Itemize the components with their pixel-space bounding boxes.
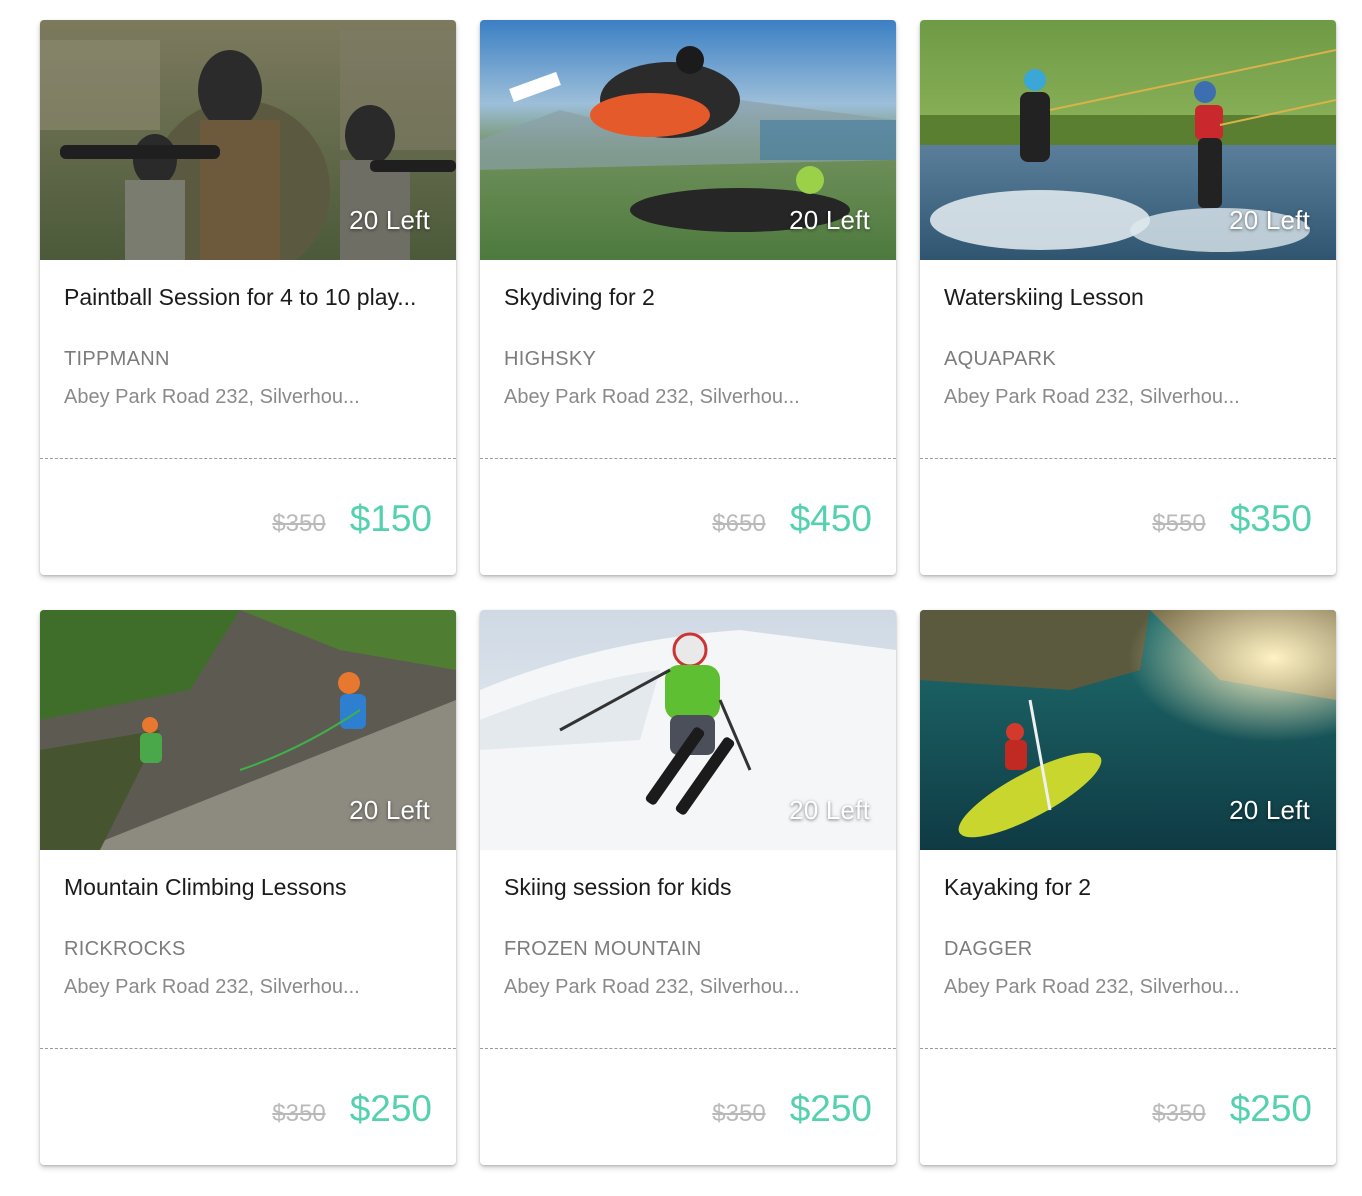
deal-price: $350 [1229,498,1312,539]
original-price: $350 [712,1100,766,1127]
dashed-divider [920,458,1336,459]
deal-price: $150 [349,498,432,539]
deal-price: $250 [1229,1088,1312,1129]
deal-body: Kayaking for 2 DAGGER Abey Park Road 232… [920,850,1336,1048]
vendor-address: Abey Park Road 232, Silverhou... [504,386,800,408]
deal-card[interactable]: 20 Left Kayaking for 2 DAGGER Abey Park … [920,610,1336,1165]
deal-price: $250 [789,1088,872,1129]
vendor-address: Abey Park Road 232, Silverhou... [944,976,1240,998]
deal-card[interactable]: 20 Left Waterskiing Lesson AQUAPARK Abey… [920,20,1336,575]
deal-price: $450 [789,498,872,539]
original-price: $550 [1152,510,1206,537]
stock-left-badge: 20 Left [789,205,870,235]
dashed-divider [40,1048,456,1049]
deal-title[interactable]: Kayaking for 2 [944,874,1312,901]
original-price: $350 [272,1100,326,1127]
price-row: $650 $450 [712,498,872,540]
vendor-name: FROZEN MOUNTAIN [504,938,702,960]
deals-grid: 20 Left Paintball Session for 4 to 10 pl… [40,20,1336,1165]
vendor-address: Abey Park Road 232, Silverhou... [64,386,360,408]
deal-body: Skiing session for kids FROZEN MOUNTAIN … [480,850,896,1048]
stock-left-badge: 20 Left [349,205,430,235]
deal-title[interactable]: Skiing session for kids [504,874,872,901]
stock-left-badge: 20 Left [789,795,870,825]
price-row: $350 $250 [272,1088,432,1130]
stock-left-badge: 20 Left [349,795,430,825]
deal-image: 20 Left [40,20,456,260]
deal-title[interactable]: Skydiving for 2 [504,284,872,311]
stock-left-badge: 20 Left [1229,205,1310,235]
vendor-address: Abey Park Road 232, Silverhou... [504,976,800,998]
dashed-divider [480,458,896,459]
deal-title[interactable]: Paintball Session for 4 to 10 play... [64,284,432,311]
deal-title[interactable]: Mountain Climbing Lessons [64,874,432,901]
dashed-divider [920,1048,1336,1049]
original-price: $650 [712,510,766,537]
deal-image: 20 Left [480,20,896,260]
vendor-name: TIPPMANN [64,348,170,370]
original-price: $350 [272,510,326,537]
deal-card[interactable]: 20 Left Mountain Climbing Lessons RICKRO… [40,610,456,1165]
deal-body: Waterskiing Lesson AQUAPARK Abey Park Ro… [920,260,1336,458]
deal-card[interactable]: 20 Left Skiing session for kids FROZEN M… [480,610,896,1165]
vendor-address: Abey Park Road 232, Silverhou... [944,386,1240,408]
vendor-address: Abey Park Road 232, Silverhou... [64,976,360,998]
deal-image: 20 Left [920,20,1336,260]
price-row: $350 $250 [712,1088,872,1130]
vendor-name: RICKROCKS [64,938,186,960]
vendor-name: AQUAPARK [944,348,1057,370]
dashed-divider [40,458,456,459]
deal-body: Paintball Session for 4 to 10 play... TI… [40,260,456,458]
deal-image: 20 Left [480,610,896,850]
price-row: $550 $350 [1152,498,1312,540]
deal-price: $250 [349,1088,432,1129]
stock-left-badge: 20 Left [1229,795,1310,825]
deal-body: Mountain Climbing Lessons RICKROCKS Abey… [40,850,456,1048]
deal-card[interactable]: 20 Left Skydiving for 2 HIGHSKY Abey Par… [480,20,896,575]
price-row: $350 $150 [272,498,432,540]
price-row: $350 $250 [1152,1088,1312,1130]
vendor-name: HIGHSKY [504,348,597,370]
deal-image: 20 Left [40,610,456,850]
dashed-divider [480,1048,896,1049]
deal-body: Skydiving for 2 HIGHSKY Abey Park Road 2… [480,260,896,458]
deal-image: 20 Left [920,610,1336,850]
vendor-name: DAGGER [944,938,1033,960]
original-price: $350 [1152,1100,1206,1127]
deal-title[interactable]: Waterskiing Lesson [944,284,1312,311]
deal-card[interactable]: 20 Left Paintball Session for 4 to 10 pl… [40,20,456,575]
